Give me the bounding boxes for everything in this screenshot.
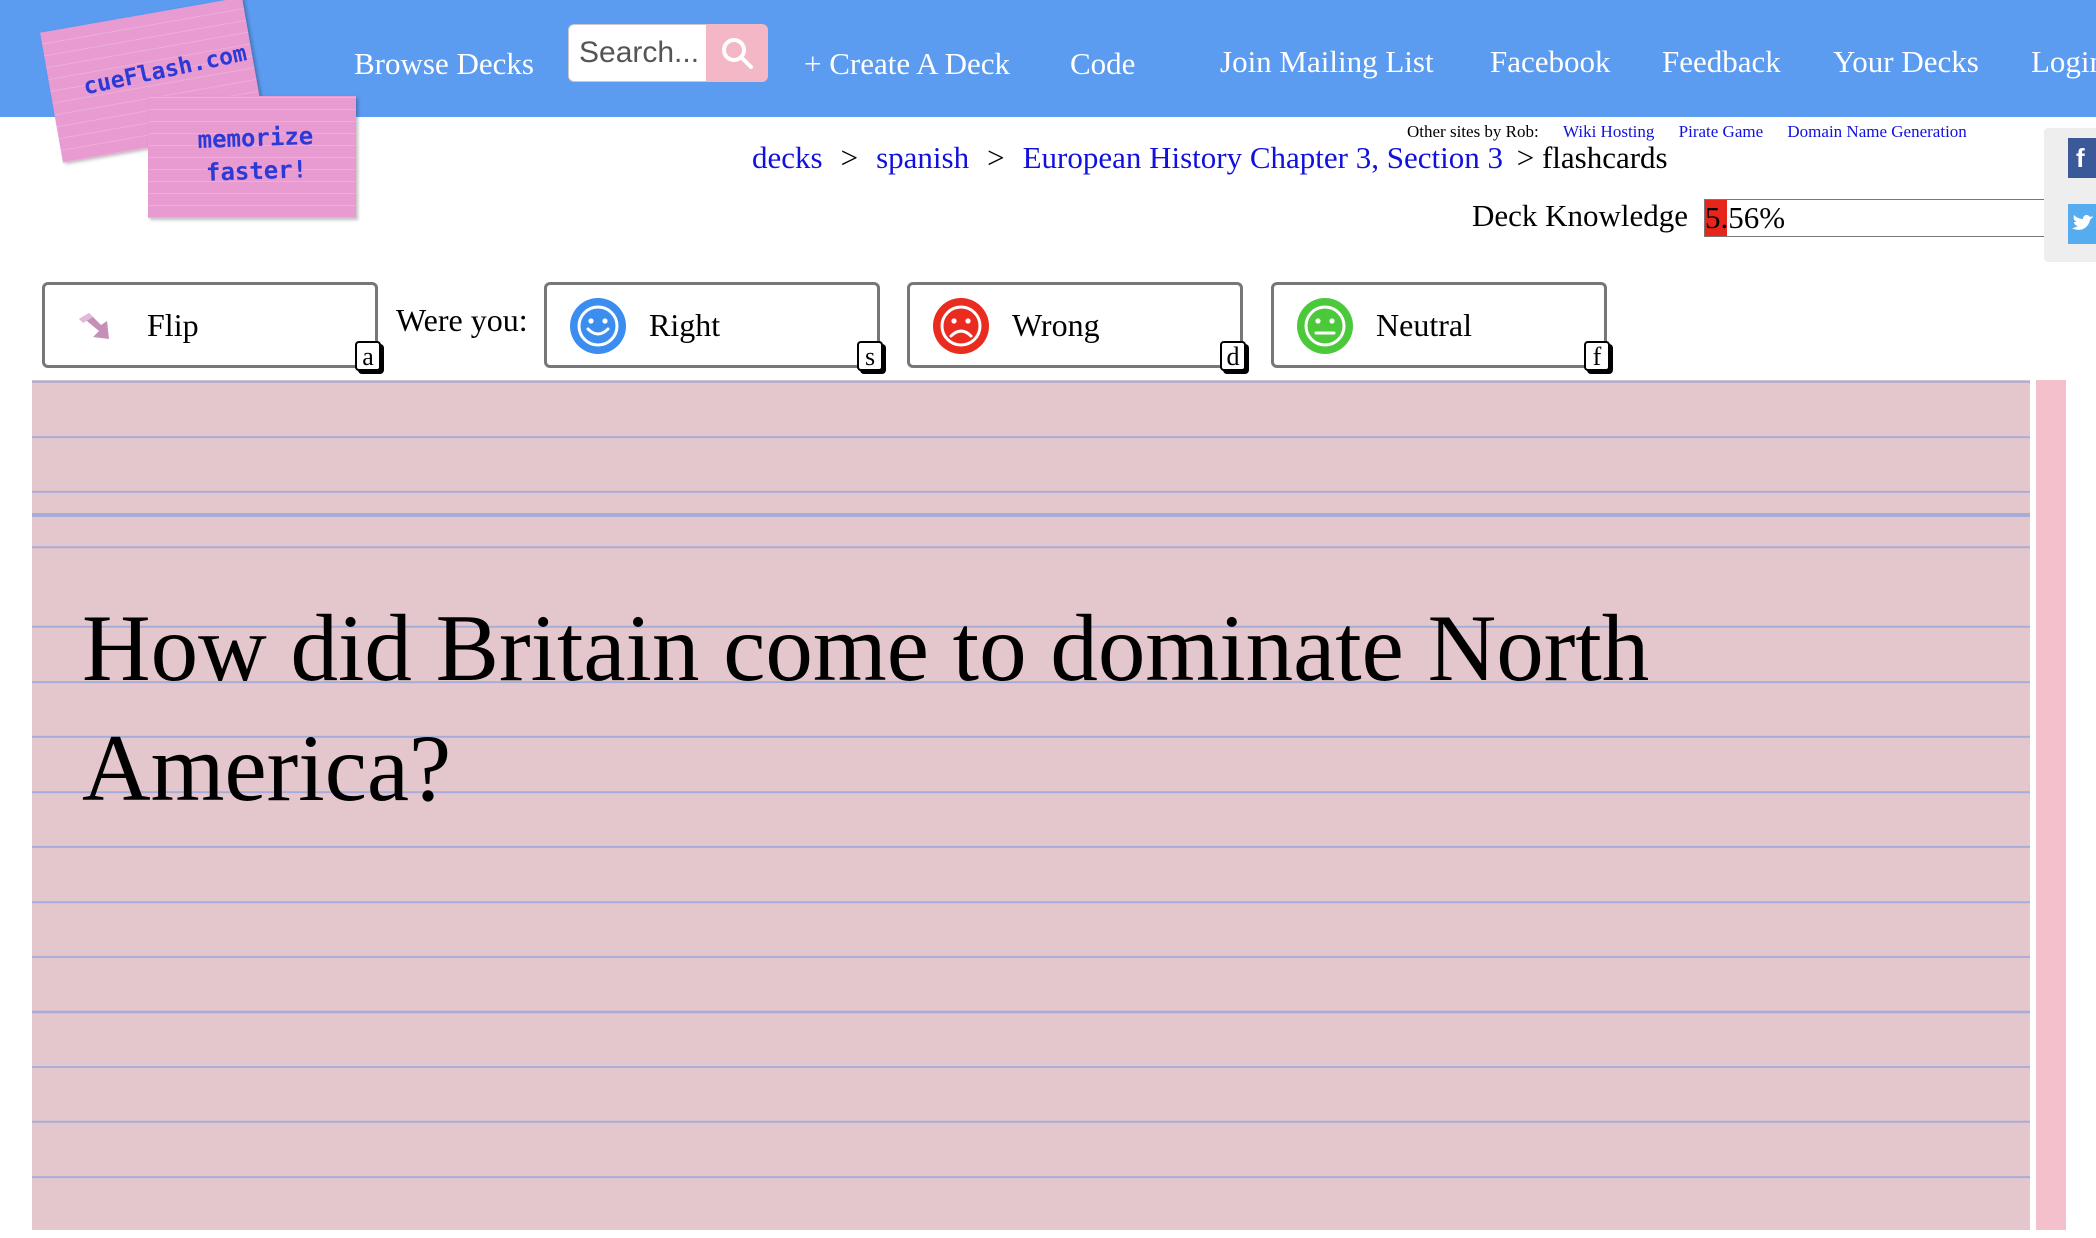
breadcrumb: decks > spanish > European History Chapter 3… [752, 140, 1668, 176]
link-domain-name-generation[interactable]: Domain Name Generation [1787, 122, 1966, 141]
flip-shortcut-key: a [355, 341, 381, 371]
link-pirate-game[interactable]: Pirate Game [1679, 122, 1764, 141]
twitter-icon[interactable] [2068, 204, 2096, 244]
search-button[interactable] [706, 24, 768, 82]
right-label: Right [649, 307, 721, 343]
breadcrumb-separator: > [840, 140, 859, 175]
nav-browse-decks[interactable]: Browse Decks [354, 46, 534, 82]
card-stack-edge [2036, 380, 2066, 1230]
flashcard-question: How did Britain come to dominate North A… [82, 595, 1650, 821]
flashcard[interactable]: How did Britain come to dominate North A… [32, 380, 2030, 1230]
frown-icon [933, 298, 989, 354]
nav-join-mailing-list[interactable]: Join Mailing List [1220, 44, 1434, 80]
right-button[interactable]: Right s [544, 282, 883, 371]
neutral-shortcut-key: f [1584, 341, 1610, 371]
neutral-label: Neutral [1376, 307, 1472, 343]
nav-your-decks[interactable]: Your Decks [1833, 44, 1979, 80]
link-wiki-hosting[interactable]: Wiki Hosting [1563, 122, 1654, 141]
search-icon [722, 38, 753, 69]
breadcrumb-decks[interactable]: decks [752, 140, 823, 175]
right-shortcut-key: s [857, 341, 883, 371]
deck-knowledge-value: 5.56% [1705, 200, 1786, 235]
breadcrumb-separator: > [987, 140, 1005, 175]
breadcrumb-current: > flashcards [1516, 140, 1668, 175]
nav-login[interactable]: Login [2031, 44, 2096, 80]
breadcrumb-deck-title[interactable]: European History Chapter 3, Section 3 [1023, 140, 1503, 175]
other-sites-label: Other sites by Rob: [1407, 122, 1539, 141]
breadcrumb-spanish[interactable]: spanish [876, 140, 969, 175]
nav-create-deck[interactable]: + Create A Deck [804, 46, 1010, 82]
deck-knowledge-label: Deck Knowledge [1472, 198, 1689, 233]
flip-label: Flip [147, 307, 199, 343]
logo-tagline-line1: memorize [197, 122, 314, 155]
wrong-button[interactable]: Wrong d [907, 282, 1246, 371]
search-input[interactable] [568, 24, 708, 82]
logo-tagline: memorize faster! [185, 120, 327, 191]
flip-button[interactable]: Flip a [42, 282, 381, 371]
neutral-button[interactable]: Neutral f [1271, 282, 1610, 371]
wrong-shortcut-key: d [1220, 341, 1246, 371]
neutral-face-icon [1297, 298, 1353, 354]
card-header-line [32, 513, 2030, 517]
were-you-label: Were you: [396, 302, 528, 338]
nav-code[interactable]: Code [1070, 46, 1135, 82]
wrong-label: Wrong [1012, 307, 1100, 343]
flip-arrow-icon [79, 313, 109, 339]
nav-feedback[interactable]: Feedback [1662, 44, 1781, 80]
deck-knowledge-progress: 5.56% [1704, 199, 2046, 237]
logo-tagline-line2: faster! [205, 155, 308, 187]
social-share-panel: f [2044, 128, 2096, 262]
smiley-icon [570, 298, 626, 354]
nav-facebook[interactable]: Facebook [1490, 44, 1611, 80]
facebook-icon[interactable]: f [2068, 138, 2096, 178]
other-sites: Other sites by Rob: Wiki Hosting Pirate … [1407, 122, 1967, 142]
